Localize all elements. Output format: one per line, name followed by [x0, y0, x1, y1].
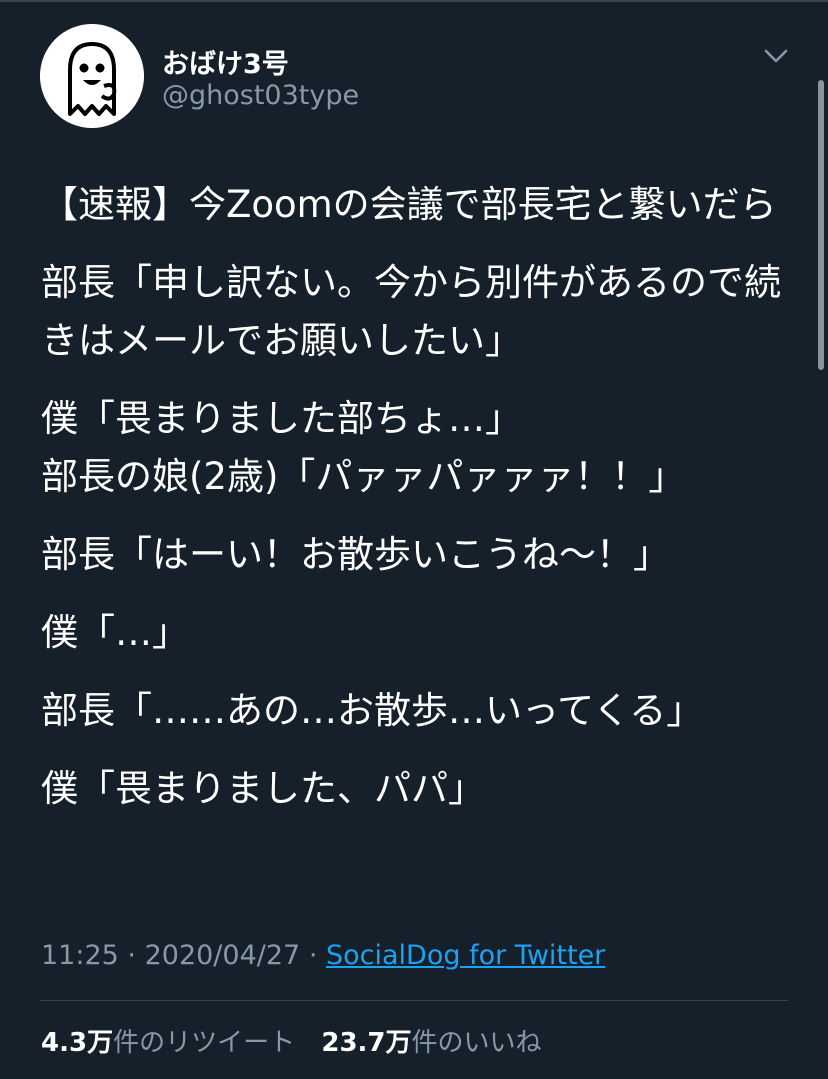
- avatar[interactable]: [40, 24, 144, 128]
- tweet-date[interactable]: 2020/04/27: [145, 940, 301, 971]
- chevron-down-icon[interactable]: [762, 44, 790, 68]
- display-name[interactable]: おばけ3号: [162, 42, 289, 81]
- retweet-count[interactable]: 4.3万件のリツイート: [41, 1028, 295, 1058]
- scrollbar[interactable]: [818, 80, 824, 370]
- tweet-paragraph: 部長「申し訳ない。今から別件があるので続きはメールでお願いしたい」: [41, 261, 781, 362]
- tweet-paragraph: 僕「畏まりました、パパ」: [41, 767, 485, 810]
- like-count-label: 件のいいね: [411, 1028, 542, 1058]
- retweet-count-number: 4.3: [41, 1028, 88, 1058]
- like-count[interactable]: 23.7万件のいいね: [321, 1028, 541, 1058]
- tweet-source-link[interactable]: SocialDog for Twitter: [326, 940, 605, 971]
- user-handle[interactable]: @ghost03type: [162, 80, 359, 111]
- tweet-time[interactable]: 11:25: [41, 940, 119, 971]
- like-count-unit: 万: [385, 1028, 412, 1058]
- tweet-paragraph: 僕「畏まりました部ちょ…」 部長の娘(2歳)「パァァパァァァ！！」: [41, 397, 686, 498]
- tweet-paragraph: 僕「…」: [41, 611, 189, 654]
- tweet-stats: 4.3万件のリツイート 23.7万件のいいね: [41, 1022, 801, 1059]
- tweet-paragraph: 部長「はーい！お散歩いこうね〜！」: [41, 533, 670, 576]
- tweet-meta: 11:25 · 2020/04/27 · SocialDog for Twitt…: [41, 940, 801, 971]
- retweet-count-label: 件のリツイート: [113, 1028, 296, 1058]
- divider: [40, 1000, 788, 1001]
- tweet-paragraph: 【速報】今Zoomの会議で部長宅と繋いだら: [41, 183, 777, 226]
- tweet-text: 【速報】今Zoomの会議で部長宅と繋いだら 部長「申し訳ない。今から別件があるの…: [41, 176, 796, 818]
- top-border: [0, 0, 828, 2]
- retweet-count-unit: 万: [87, 1028, 114, 1058]
- tweet-header: おばけ3号 @ghost03type: [40, 24, 800, 130]
- meta-separator: ·: [127, 940, 136, 971]
- like-count-number: 23.7: [321, 1028, 386, 1058]
- ghost-icon: [40, 24, 144, 128]
- meta-separator: ·: [308, 940, 318, 971]
- tweet-paragraph: 部長「……あの…お散歩…いってくる」: [41, 689, 704, 732]
